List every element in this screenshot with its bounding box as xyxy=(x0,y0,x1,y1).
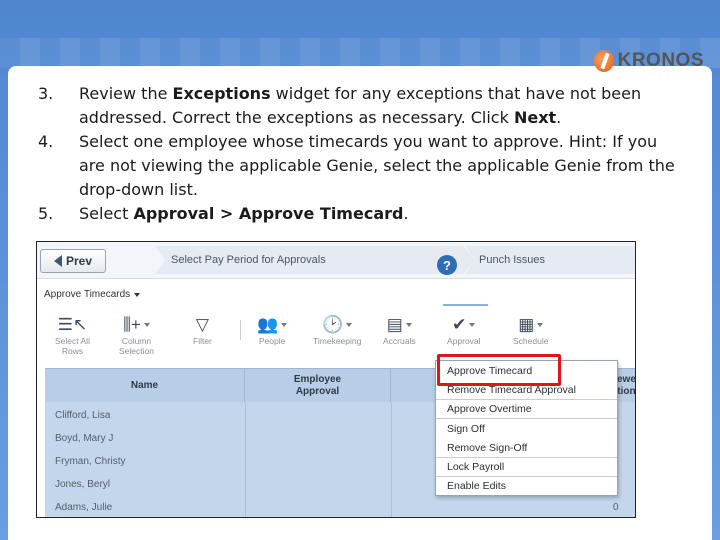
menu-item-sign-off[interactable]: Sign Off xyxy=(436,419,617,438)
timekeeping-menu-button[interactable]: 🕑 Timekeeping xyxy=(313,314,361,346)
wizard-bar: Prev Select Pay Period for Approvals Pun… xyxy=(37,242,636,279)
column-header-name[interactable]: Name xyxy=(45,369,245,403)
wizard-step-punch-issues[interactable]: Punch Issues xyxy=(465,246,636,274)
checkmark-icon: ✔ xyxy=(452,314,476,336)
kronos-logo-text: KRONOS xyxy=(617,50,704,71)
accruals-menu-button[interactable]: ▤ Accruals xyxy=(383,314,416,346)
people-menu-button[interactable]: 👥 People xyxy=(257,314,288,346)
prev-button[interactable]: Prev xyxy=(40,249,106,273)
column-header-truncated[interactable]: ewe tion xyxy=(617,369,635,403)
instruction-step-4: 4. Select one employee whose timecards y… xyxy=(38,132,675,199)
genie-select[interactable]: Approve Timecards xyxy=(44,289,141,300)
filter-button[interactable]: ▽ Filter xyxy=(193,314,212,346)
menu-item-lock-payroll[interactable]: Lock Payroll xyxy=(436,457,617,476)
approval-menu-button[interactable]: ✔ Approval xyxy=(447,314,481,346)
column-selection-button[interactable]: ⫼+ Column Selection xyxy=(119,314,154,356)
instruction-step-3: 3. Review the Exceptions widget for any … xyxy=(38,84,642,127)
approve-timecard-highlight xyxy=(437,354,561,386)
chevron-down-icon xyxy=(134,292,141,297)
columns-icon: ⫼+ xyxy=(123,314,150,336)
people-icon: 👥 xyxy=(257,314,288,336)
instruction-step-5: 5. Select Approval > Approve Timecard. xyxy=(38,204,409,223)
kronos-logo-icon xyxy=(594,50,614,72)
toolbar-divider xyxy=(240,320,241,340)
accruals-icon: ▤ xyxy=(387,314,412,336)
select-rows-icon: ☰↖ xyxy=(57,315,88,334)
kronos-logo: KRONOS xyxy=(594,46,704,76)
menu-item-enable-edits[interactable]: Enable Edits xyxy=(436,476,617,495)
menu-item-approve-overtime[interactable]: Approve Overtime xyxy=(436,399,617,418)
instruction-list: 3. Review the Exceptions widget for any … xyxy=(38,82,678,226)
arrow-left-icon xyxy=(53,255,62,267)
select-all-rows-button[interactable]: ☰↖ Select All Rows xyxy=(55,314,90,356)
table-row[interactable]: Adams, Julie 0 xyxy=(45,496,635,517)
column-header-employee-approval[interactable]: Employee Approval xyxy=(245,369,391,403)
kronos-screenshot: Prev Select Pay Period for Approvals Pun… xyxy=(36,241,636,518)
help-icon[interactable]: ? xyxy=(437,255,457,275)
menu-item-remove-sign-off[interactable]: Remove Sign-Off xyxy=(436,438,617,457)
approval-active-indicator xyxy=(443,304,488,306)
timekeeping-icon: 🕑 xyxy=(322,314,353,336)
schedule-menu-button[interactable]: ▦ Schedule xyxy=(513,314,548,346)
filter-icon: ▽ xyxy=(195,315,209,334)
calendar-icon: ▦ xyxy=(518,314,544,336)
wizard-step-select-pay-period[interactable]: Select Pay Period for Approvals xyxy=(155,246,475,274)
